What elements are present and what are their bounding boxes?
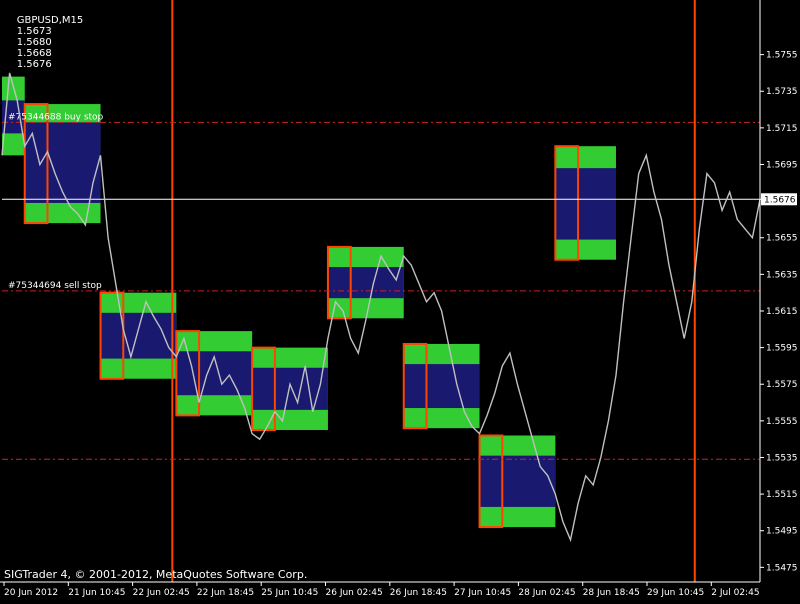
zone-inner-8 xyxy=(555,168,616,240)
x-tick-label-0: 20 Jun 2012 xyxy=(4,588,58,598)
price-chart[interactable]: #75344688 buy stop #75344694 sell stop 1.5… xyxy=(0,0,800,600)
y-tick-label-10: 1.5555 xyxy=(766,417,798,427)
x-tick-label-5: 26 Jun 02:45 xyxy=(326,588,383,598)
x-tick-label-10: 29 Jun 10:45 xyxy=(647,588,704,598)
y-tick-label-7: 1.5615 xyxy=(766,307,798,317)
y-tick-label-6: 1.5635 xyxy=(766,270,798,280)
x-tick-label-4: 25 Jun 10:45 xyxy=(261,588,318,598)
symbol-timeframe: GBPUSD,M15 xyxy=(16,15,84,26)
y-tick-label-12: 1.5515 xyxy=(766,490,798,500)
x-tick-label-1: 21 Jun 10:45 xyxy=(68,588,125,598)
y-tick-label-9: 1.5575 xyxy=(766,380,798,390)
x-tick-label-2: 22 Jun 02:45 xyxy=(133,588,190,598)
y-tick-label-3: 1.5695 xyxy=(766,160,798,170)
x-tick-label-8: 28 Jun 02:45 xyxy=(518,588,575,598)
y-tick-label-8: 1.5595 xyxy=(766,344,798,354)
ohlc-close: 1.5676 xyxy=(16,59,52,70)
copyright-label: SIGTrader 4, © 2001-2012, MetaQuotes Sof… xyxy=(4,568,308,581)
zone-inner-4 xyxy=(252,367,328,410)
ohlc-high: 1.5680 xyxy=(16,37,52,48)
y-tick-label-5: 1.5655 xyxy=(766,234,798,244)
chart-window[interactable]: #75344688 buy stop #75344694 sell stop 1.5… xyxy=(0,0,800,600)
y-tick-label-14: 1.5475 xyxy=(766,563,798,573)
x-tick-label-3: 22 Jun 18:45 xyxy=(197,588,254,598)
x-tick-label-6: 26 Jun 18:45 xyxy=(390,588,447,598)
y-tick-label-1: 1.5735 xyxy=(766,87,798,97)
zone-inner-5 xyxy=(327,267,404,299)
zone-inner-7 xyxy=(479,455,556,507)
order-label-1: #75344694 sell stop xyxy=(8,281,102,291)
y-tick-label-11: 1.5535 xyxy=(766,453,798,463)
y-tick-label-2: 1.5715 xyxy=(766,124,798,134)
ohlc-low: 1.5668 xyxy=(16,48,52,59)
order-label-0: #75344688 buy stop xyxy=(8,112,104,122)
x-tick-label-7: 27 Jun 10:45 xyxy=(454,588,511,598)
zone-inner-6 xyxy=(403,364,480,409)
chart-header: GBPUSD,M15 1.5673 1.5680 1.5668 1.5676 xyxy=(4,4,89,81)
x-tick-label-11: 2 Jul 02:45 xyxy=(711,588,759,598)
ohlc-open: 1.5673 xyxy=(16,26,52,37)
y-tick-label-4: 1.5676 xyxy=(764,195,796,205)
y-tick-label-13: 1.5495 xyxy=(766,527,798,537)
zone-inner-2 xyxy=(100,312,177,359)
x-tick-label-9: 28 Jun 18:45 xyxy=(583,588,640,598)
y-tick-label-0: 1.5755 xyxy=(766,51,798,61)
